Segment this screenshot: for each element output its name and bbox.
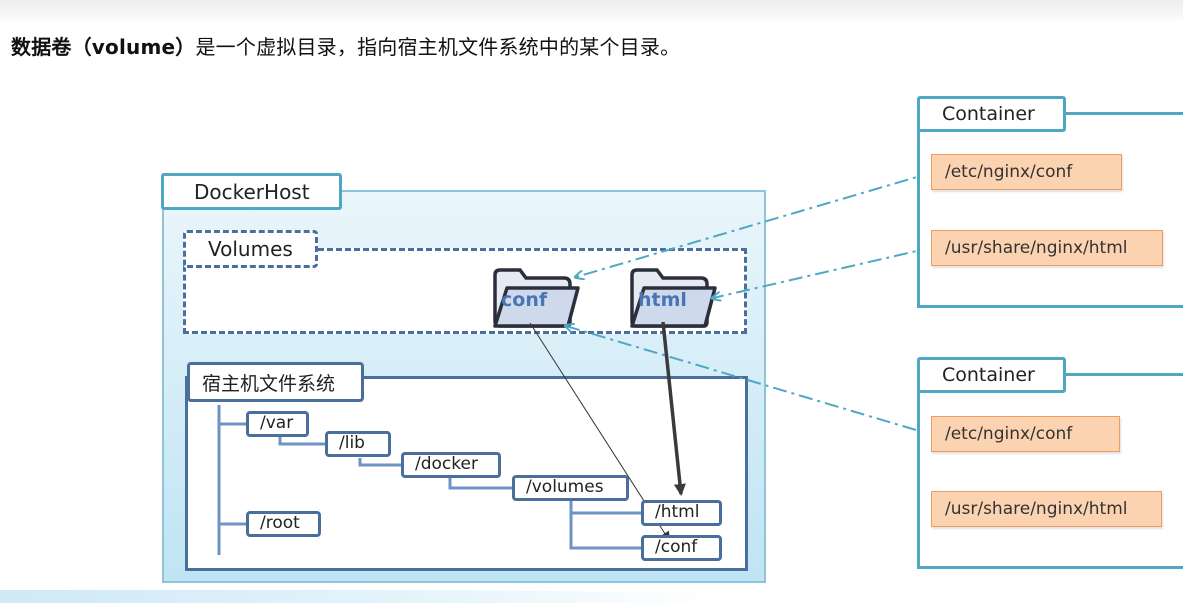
tree-branch-volumes xyxy=(448,478,514,490)
container-label-2: Container xyxy=(917,357,1066,393)
host-filesystem-label: 宿主机文件系统 xyxy=(187,362,364,402)
tree-node-conf: /conf xyxy=(641,535,722,561)
container-box-2 xyxy=(917,373,1183,569)
tree-branch-lib xyxy=(278,437,327,446)
mount-arrow-conf-2 xyxy=(566,326,917,431)
container2-path-conf: /etc/nginx/conf xyxy=(931,416,1120,452)
tree-branch-docker xyxy=(358,458,403,467)
container1-path-conf: /etc/nginx/conf xyxy=(931,154,1122,190)
tree-node-lib: /lib xyxy=(325,431,391,457)
container1-path-html: /usr/share/nginx/html xyxy=(931,230,1163,266)
html-volume-link xyxy=(661,321,686,496)
mount-arrow-conf-1 xyxy=(576,171,935,277)
tree-node-volumes: /volumes xyxy=(512,475,629,501)
container2-path-html: /usr/share/nginx/html xyxy=(931,491,1162,527)
tree-branch-conf xyxy=(569,501,643,550)
mount-arrow-html-1 xyxy=(713,246,935,298)
tree-node-var: /var xyxy=(246,411,309,437)
tree-node-html: /html xyxy=(641,500,722,526)
tree-node-root: /root xyxy=(246,511,321,537)
tree-node-docker: /docker xyxy=(401,452,501,478)
container-label-1: Container xyxy=(917,96,1066,132)
container-box-1 xyxy=(917,112,1183,308)
